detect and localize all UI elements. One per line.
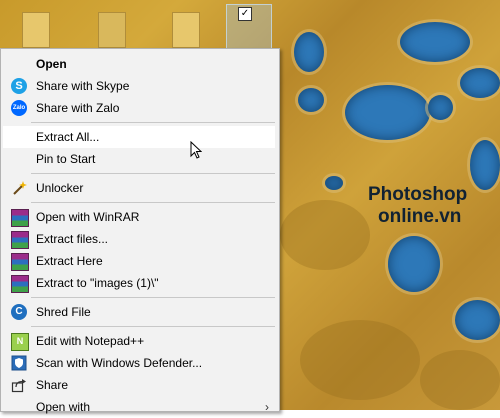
menu-item-label: Share with Zalo xyxy=(36,101,120,115)
menu-item-label: Edit with Notepad++ xyxy=(36,334,145,348)
winrar-icon xyxy=(11,231,29,249)
wallpaper-pond xyxy=(470,140,500,190)
menu-item-label: Shred File xyxy=(36,305,91,319)
chevron-right-icon: › xyxy=(265,400,269,414)
wallpaper-pond xyxy=(400,22,470,62)
menu-item-label: Pin to Start xyxy=(36,152,96,166)
watermark-line1: Photoshop xyxy=(368,184,468,205)
menu-item-label: Extract All... xyxy=(36,130,100,144)
menu-item-share-zalo[interactable]: Zalo Share with Zalo xyxy=(3,97,275,119)
menu-item-open[interactable]: Open xyxy=(3,53,275,75)
wallpaper-shade xyxy=(280,200,370,270)
menu-item-label: Extract files... xyxy=(36,232,109,246)
menu-separator xyxy=(31,297,275,298)
wallpaper-shade xyxy=(420,350,500,410)
checkbox-icon[interactable]: ✓ xyxy=(238,7,252,21)
wallpaper-pond xyxy=(294,32,324,72)
menu-item-extract-all[interactable]: Extract All... xyxy=(3,126,275,148)
wallpaper-pond xyxy=(388,236,440,292)
winrar-icon xyxy=(11,253,29,271)
share-icon xyxy=(11,379,26,393)
menu-item-pin-to-start[interactable]: Pin to Start xyxy=(3,148,275,170)
menu-separator xyxy=(31,173,275,174)
desktop-file-icon[interactable] xyxy=(98,12,126,48)
menu-item-shred-file[interactable]: C Shred File xyxy=(3,301,275,323)
menu-item-share-skype[interactable]: S Share with Skype xyxy=(3,75,275,97)
menu-item-extract-here[interactable]: Extract Here xyxy=(3,250,275,272)
desktop-file-icon[interactable] xyxy=(22,12,50,48)
menu-item-share[interactable]: Share xyxy=(3,374,275,396)
context-menu: Open S Share with Skype Zalo Share with … xyxy=(0,48,280,414)
winrar-icon xyxy=(11,209,29,227)
menu-item-label: Open with xyxy=(36,400,91,414)
shred-icon: C xyxy=(11,304,27,320)
menu-item-label: Extract to "images (1)\" xyxy=(36,276,159,290)
watermark-line2: online.vn xyxy=(378,206,462,227)
menu-item-edit-notepadpp[interactable]: N Edit with Notepad++ xyxy=(3,330,275,352)
menu-item-open-with[interactable]: Open with › xyxy=(3,396,275,418)
watermark-logo: Photoshop online.vn xyxy=(368,184,496,232)
zalo-icon: Zalo xyxy=(11,100,27,116)
menu-item-label: Open xyxy=(36,57,67,71)
magic-wand-icon xyxy=(13,181,27,195)
menu-item-unlocker[interactable]: Unlocker xyxy=(3,177,275,199)
wallpaper-pond xyxy=(345,85,430,140)
menu-item-label: Unlocker xyxy=(36,181,84,195)
defender-shield-icon xyxy=(11,355,27,371)
menu-item-label: Extract Here xyxy=(36,254,103,268)
menu-item-scan-defender[interactable]: Scan with Windows Defender... xyxy=(3,352,275,374)
wallpaper-pond xyxy=(460,68,500,98)
desktop-file-icon[interactable] xyxy=(172,12,200,48)
notepadpp-icon: N xyxy=(11,333,29,351)
wallpaper-shade xyxy=(300,320,420,400)
menu-item-open-winrar[interactable]: Open with WinRAR xyxy=(3,206,275,228)
winrar-icon xyxy=(11,275,29,293)
menu-separator xyxy=(31,202,275,203)
menu-separator xyxy=(31,122,275,123)
skype-icon: S xyxy=(11,78,27,94)
menu-item-extract-files[interactable]: Extract files... xyxy=(3,228,275,250)
wallpaper-pond xyxy=(455,300,500,340)
wallpaper-pond xyxy=(325,176,343,190)
mouse-cursor-icon xyxy=(190,141,202,159)
menu-item-label: Share xyxy=(36,378,69,392)
menu-item-extract-to-folder[interactable]: Extract to "images (1)\" xyxy=(3,272,275,294)
menu-separator xyxy=(31,326,275,327)
wallpaper-pond xyxy=(298,88,324,112)
menu-item-label: Open with WinRAR xyxy=(36,210,140,224)
wallpaper-pond xyxy=(428,95,453,120)
menu-item-label: Scan with Windows Defender... xyxy=(36,356,203,370)
menu-item-label: Share with Skype xyxy=(36,79,130,93)
